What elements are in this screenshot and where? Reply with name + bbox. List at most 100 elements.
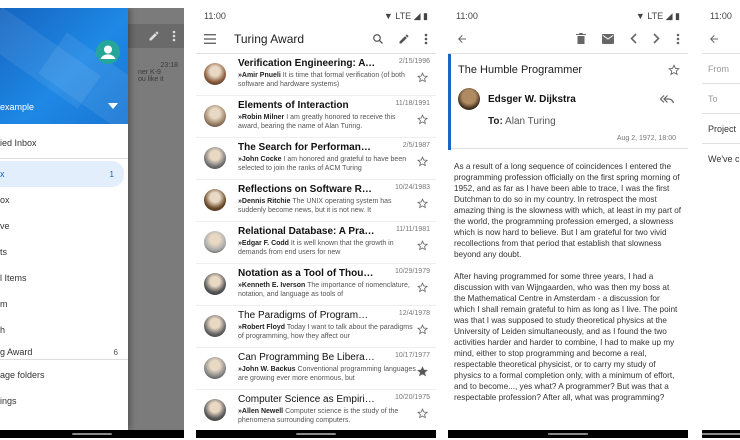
message-date: 12/4/1978 xyxy=(398,310,430,317)
message-subject: Verification Engineering: A Fut... xyxy=(238,58,376,69)
mark-unread-icon[interactable] xyxy=(602,33,614,44)
star-icon[interactable] xyxy=(417,324,428,335)
system-navigation-bar xyxy=(702,430,740,438)
sender-avatar[interactable] xyxy=(204,147,226,169)
star-icon[interactable] xyxy=(417,282,428,293)
star-icon[interactable] xyxy=(417,72,428,83)
reply-all-icon[interactable] xyxy=(660,94,674,104)
home-gesture-pill[interactable] xyxy=(702,433,740,435)
menu-icon[interactable] xyxy=(204,33,216,44)
compose-icon[interactable] xyxy=(148,30,160,42)
home-gesture-pill[interactable] xyxy=(72,433,112,435)
body-field[interactable]: We've c xyxy=(702,144,740,174)
status-bar: 11:00 ▼ LTE ◢ ▮ xyxy=(196,8,436,24)
sender-avatar[interactable] xyxy=(204,357,226,379)
divider xyxy=(0,158,128,159)
app-bar: Turing Award xyxy=(196,24,436,54)
message-row[interactable]: Notation as a Tool of Thought »Kenneth E.… xyxy=(196,264,436,306)
sender-avatar[interactable] xyxy=(204,399,226,421)
drawer-item-spam[interactable]: m xyxy=(0,291,128,317)
from-field[interactable]: From xyxy=(702,54,740,84)
message-row[interactable]: Verification Engineering: A Fut... »Amir … xyxy=(196,54,436,96)
overflow-menu-icon[interactable] xyxy=(424,33,428,45)
phone-compose-screen: 11:00 From To Project We've c xyxy=(702,8,740,438)
divider xyxy=(0,359,128,360)
drawer-item-trash[interactable]: h xyxy=(0,317,128,343)
message-snippet: »Kenneth E. Iverson The importance of no… xyxy=(238,282,410,298)
message-row[interactable]: Reflections on Software Rese... »Dennis R… xyxy=(196,180,436,222)
sender-avatar[interactable] xyxy=(204,105,226,127)
message-sender: »Amir Pnueli xyxy=(238,72,281,79)
appbar-behind-drawer xyxy=(128,24,184,48)
star-icon[interactable] xyxy=(417,198,428,209)
message-date: 10/29/1979 xyxy=(394,268,430,275)
app-bar xyxy=(702,24,740,54)
status-icons: ▼ LTE ◢ ▮ xyxy=(383,10,428,21)
message-snippet: »Robert Floyd Today I want to talk about… xyxy=(238,324,413,340)
message-row[interactable]: Computer Science as Empiric... »Allen New… xyxy=(196,390,436,432)
back-arrow-icon[interactable] xyxy=(456,33,468,45)
drawer-item-manage-folders[interactable]: age folders xyxy=(0,362,128,388)
star-icon[interactable] xyxy=(668,64,680,76)
message-row[interactable]: Elements of Interaction »Robin Milner I a… xyxy=(196,96,436,138)
drawer-item-unified-inbox[interactable]: ied Inbox xyxy=(0,130,128,156)
star-icon[interactable] xyxy=(417,408,428,419)
account-email-label[interactable]: example xyxy=(0,102,34,112)
message-row[interactable]: Relational Database: A Practi... »Edgar F… xyxy=(196,222,436,264)
body-paragraph: After having programmed for some three y… xyxy=(454,272,678,402)
behind-snippet-line: ou like it xyxy=(138,76,164,83)
message-subject: Can Programming Be Liberate... xyxy=(238,352,376,363)
message-row[interactable]: The Paradigms of Programming »Robert Floy… xyxy=(196,306,436,348)
star-icon[interactable] xyxy=(417,114,428,125)
message-date: 11/11/1981 xyxy=(396,226,430,233)
overflow-menu-icon[interactable] xyxy=(172,30,176,42)
sender-avatar[interactable] xyxy=(204,231,226,253)
drawer-item-sent[interactable]: l Items xyxy=(0,265,128,291)
home-gesture-pill[interactable] xyxy=(296,433,336,435)
sender-avatar[interactable] xyxy=(204,189,226,211)
navigation-drawer: example ied Inbox x1 ox ve ts l Items m … xyxy=(0,8,128,430)
message-subject: The Humble Programmer xyxy=(458,64,583,76)
drawer-item-drafts[interactable]: ts xyxy=(0,239,128,265)
drawer-item-outbox[interactable]: ox xyxy=(0,187,128,213)
drawer-item-settings[interactable]: ings xyxy=(0,388,128,414)
compose-icon[interactable] xyxy=(398,33,410,45)
message-snippet: »Allen Newell Computer science is the st… xyxy=(238,408,399,424)
message-list: Verification Engineering: A Fut... »Amir … xyxy=(196,54,436,432)
star-icon[interactable] xyxy=(417,366,428,377)
message-snippet: »Amir Pnueli It is time that formal veri… xyxy=(238,72,405,88)
to-field[interactable]: To xyxy=(702,84,740,114)
message-subject: Relational Database: A Practi... xyxy=(238,226,376,237)
sender-avatar[interactable] xyxy=(204,273,226,295)
home-gesture-pill[interactable] xyxy=(548,433,588,435)
message-row[interactable]: The Search for Performance in... »John Co… xyxy=(196,138,436,180)
delete-icon[interactable] xyxy=(576,32,586,45)
back-arrow-icon[interactable] xyxy=(708,33,720,45)
previous-message-icon[interactable] xyxy=(630,33,637,44)
star-icon[interactable] xyxy=(417,240,428,251)
search-icon[interactable] xyxy=(372,33,384,45)
message-subject: The Paradigms of Programming xyxy=(238,310,376,321)
message-date: 2/5/1987 xyxy=(402,142,430,149)
sender-avatar[interactable] xyxy=(204,63,226,85)
recipient-line: To: Alan Turing xyxy=(488,116,556,127)
avatar[interactable] xyxy=(96,40,120,64)
message-snippet: »Robin Milner I am greatly honored to re… xyxy=(238,114,396,130)
next-message-icon[interactable] xyxy=(653,33,660,44)
message-subject: The Search for Performance in... xyxy=(238,142,376,153)
account-dropdown-icon[interactable] xyxy=(108,103,118,109)
sender-avatar[interactable] xyxy=(458,88,480,110)
sender-avatar[interactable] xyxy=(204,315,226,337)
star-icon[interactable] xyxy=(417,156,428,167)
subject-field[interactable]: Project xyxy=(702,114,740,144)
phone-drawer-screen: 23:18 ner K-9 ou like it example ied Inb… xyxy=(0,8,184,438)
drawer-item-turing-award[interactable]: g Award 6 xyxy=(0,343,128,357)
status-time: 11:00 xyxy=(204,11,226,21)
drawer-item-inbox[interactable]: x1 xyxy=(0,161,124,187)
message-row[interactable]: Can Programming Be Liberate... »John W. B… xyxy=(196,348,436,390)
status-time: 11:00 xyxy=(710,11,732,21)
message-preview: The Search for Performance in... »John Co… xyxy=(238,142,430,173)
drawer-header: example xyxy=(0,8,128,124)
drawer-item-archive[interactable]: ve xyxy=(0,213,128,239)
overflow-menu-icon[interactable] xyxy=(676,33,680,45)
